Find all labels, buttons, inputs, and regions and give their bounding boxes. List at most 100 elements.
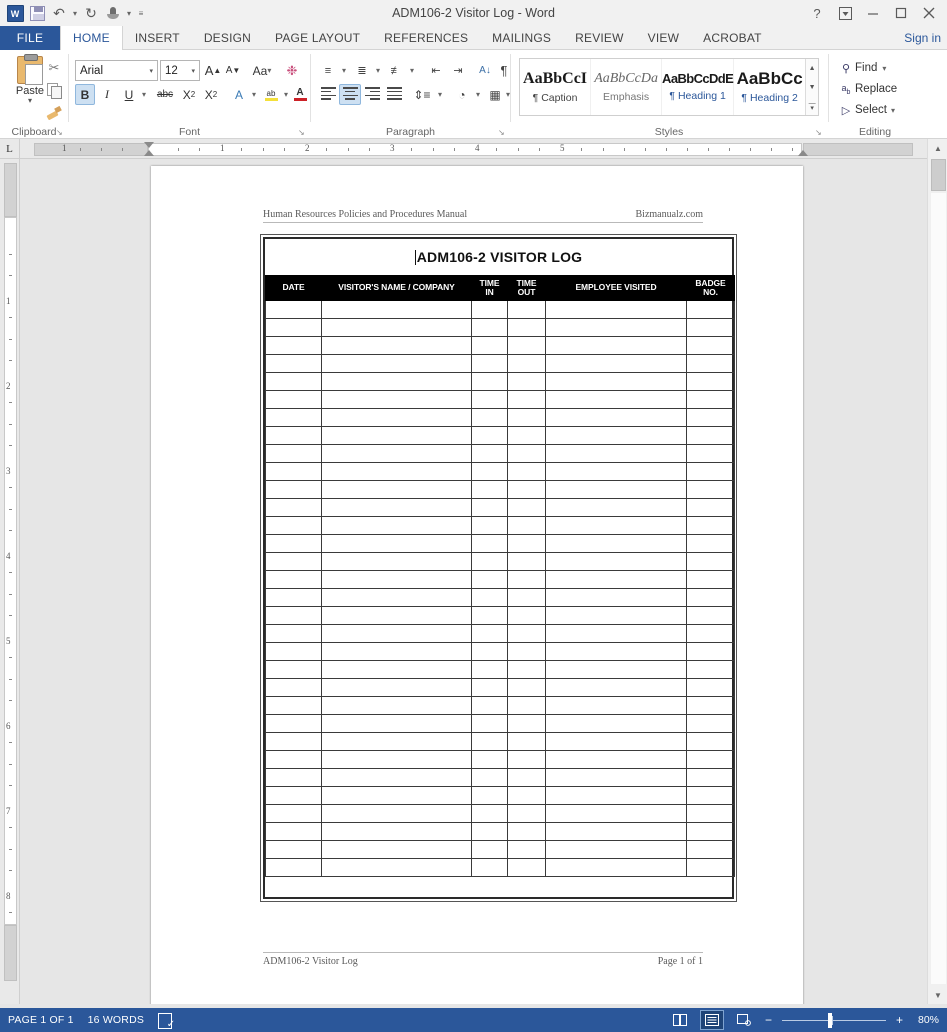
table-cell[interactable]: [265, 713, 322, 733]
table-cell[interactable]: [545, 839, 687, 859]
table-cell[interactable]: [321, 839, 472, 859]
table-row[interactable]: [265, 731, 735, 751]
numbering-dropdown-icon[interactable]: ▾: [373, 60, 383, 81]
italic-button[interactable]: I: [97, 84, 117, 105]
table-cell[interactable]: [471, 623, 508, 643]
styles-more-icon[interactable]: — ▾: [806, 96, 818, 115]
table-cell[interactable]: [321, 515, 472, 535]
replace-button[interactable]: ab Replace: [837, 79, 898, 99]
align-center-button[interactable]: [339, 84, 361, 105]
table-cell[interactable]: [471, 299, 508, 319]
table-cell[interactable]: [471, 533, 508, 553]
table-cell[interactable]: [686, 353, 735, 373]
table-cell[interactable]: [321, 785, 472, 805]
table-cell[interactable]: [545, 821, 687, 841]
borders-button[interactable]: ▦: [485, 84, 505, 105]
table-cell[interactable]: [471, 731, 508, 751]
select-button[interactable]: ▷ Select ▾: [837, 100, 895, 120]
shrink-font-button[interactable]: A ▼: [223, 60, 243, 81]
tab-references[interactable]: REFERENCES: [372, 26, 480, 50]
table-cell[interactable]: [265, 605, 322, 625]
table-cell[interactable]: [321, 551, 472, 571]
superscript-button[interactable]: X2: [201, 84, 221, 105]
table-row[interactable]: [265, 605, 735, 625]
table-row[interactable]: [265, 623, 735, 643]
table-cell[interactable]: [471, 713, 508, 733]
table-row[interactable]: [265, 839, 735, 859]
table-cell[interactable]: [471, 605, 508, 625]
table-cell[interactable]: [507, 317, 546, 337]
increase-indent-button[interactable]: ⇥: [447, 60, 469, 81]
styles-dialog-launcher[interactable]: ↘: [815, 128, 824, 137]
zoom-slider[interactable]: [781, 1012, 886, 1028]
table-cell[interactable]: [321, 587, 472, 607]
table-row[interactable]: [265, 551, 735, 571]
table-row[interactable]: [265, 767, 735, 787]
word-count[interactable]: 16 WORDS: [88, 1014, 144, 1026]
table-cell[interactable]: [545, 767, 687, 787]
table-cell[interactable]: [321, 605, 472, 625]
copy-button[interactable]: [44, 80, 64, 100]
text-highlight-button[interactable]: ab: [261, 84, 281, 105]
first-line-indent-marker[interactable]: [144, 142, 154, 148]
styles-gallery[interactable]: AaBbCcI ¶ Caption AaBbCcDa Emphasis AaBb…: [519, 58, 819, 116]
table-cell[interactable]: [686, 479, 735, 499]
table-cell[interactable]: [471, 569, 508, 589]
visitor-log-table[interactable]: DATE VISITOR'S NAME / COMPANY TIME IN TI…: [265, 275, 735, 877]
table-cell[interactable]: [507, 803, 546, 823]
table-row[interactable]: [265, 407, 735, 427]
table-cell[interactable]: [471, 587, 508, 607]
table-row[interactable]: [265, 461, 735, 481]
table-cell[interactable]: [321, 641, 472, 661]
table-cell[interactable]: [507, 767, 546, 787]
tab-acrobat[interactable]: ACROBAT: [691, 26, 774, 50]
table-cell[interactable]: [265, 821, 322, 841]
close-icon[interactable]: [915, 0, 943, 26]
table-cell[interactable]: [507, 677, 546, 697]
table-cell[interactable]: [265, 857, 322, 877]
table-cell[interactable]: [686, 335, 735, 355]
table-cell[interactable]: [686, 533, 735, 553]
table-cell[interactable]: [321, 659, 472, 679]
help-icon[interactable]: ?: [803, 0, 831, 26]
table-row[interactable]: [265, 587, 735, 607]
table-cell[interactable]: [471, 839, 508, 859]
table-cell[interactable]: [545, 857, 687, 877]
bullets-button[interactable]: ≡: [317, 60, 339, 81]
table-row[interactable]: [265, 713, 735, 733]
table-cell[interactable]: [545, 551, 687, 571]
table-cell[interactable]: [686, 587, 735, 607]
page-header[interactable]: Human Resources Policies and Procedures …: [263, 209, 703, 223]
table-cell[interactable]: [545, 497, 687, 517]
table-row[interactable]: [265, 659, 735, 679]
multilevel-dropdown-icon[interactable]: ▾: [407, 60, 417, 81]
table-cell[interactable]: [545, 695, 687, 715]
table-cell[interactable]: [471, 677, 508, 697]
change-case-button[interactable]: Aa ▾: [249, 60, 275, 81]
table-cell[interactable]: [265, 533, 322, 553]
vertical-ruler[interactable]: 1 2 3 4 5 6 7 8: [0, 159, 20, 1004]
table-cell[interactable]: [507, 695, 546, 715]
table-cell[interactable]: [471, 749, 508, 769]
table-cell[interactable]: [471, 785, 508, 805]
table-cell[interactable]: [545, 641, 687, 661]
table-cell[interactable]: [545, 785, 687, 805]
style-emphasis[interactable]: AaBbCcDa Emphasis: [591, 59, 663, 115]
show-formatting-marks-button[interactable]: ¶: [497, 60, 511, 81]
table-cell[interactable]: [471, 551, 508, 571]
table-cell[interactable]: [545, 479, 687, 499]
table-cell[interactable]: [265, 749, 322, 769]
cut-button[interactable]: ✂: [44, 58, 64, 78]
table-cell[interactable]: [686, 497, 735, 517]
visitor-log-table-body[interactable]: [265, 299, 735, 877]
grow-font-button[interactable]: A ▲: [203, 60, 223, 81]
table-cell[interactable]: [471, 317, 508, 337]
table-cell[interactable]: [265, 695, 322, 715]
tab-design[interactable]: DESIGN: [192, 26, 263, 50]
table-cell[interactable]: [265, 335, 322, 355]
table-cell[interactable]: [471, 821, 508, 841]
table-cell[interactable]: [545, 407, 687, 427]
text-highlight-dropdown-icon[interactable]: ▾: [281, 84, 291, 105]
table-cell[interactable]: [686, 803, 735, 823]
table-cell[interactable]: [471, 695, 508, 715]
